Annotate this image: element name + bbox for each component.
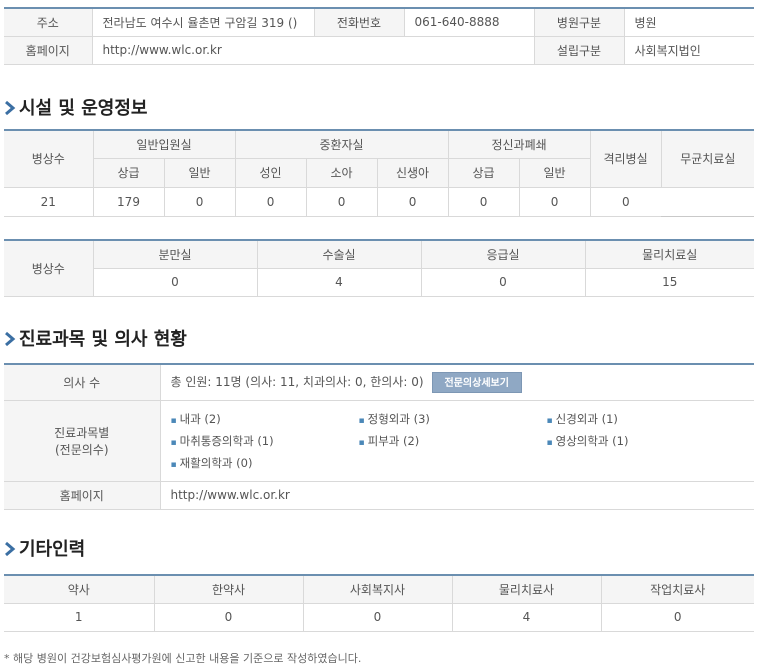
hospital-info-table: 주소 전라남도 여수시 율촌면 구암길 319 () 전화번호 061-640-… — [4, 7, 754, 65]
staff-head: 한약사 — [153, 574, 304, 604]
room-count-cell: 15 — [584, 267, 754, 297]
bullet-icon: ▪ — [170, 437, 177, 448]
staff-count-cell: 4 — [451, 602, 602, 632]
room-head: 수술실 — [256, 239, 422, 269]
bed-count-cell: 0 — [305, 186, 378, 217]
department-text: 재활의학과 (0) — [179, 455, 253, 470]
staff-count-cell: 0 — [600, 602, 754, 632]
bed-count-cell: 0 — [518, 186, 591, 217]
room-head: 분만실 — [92, 239, 258, 269]
isolation-head: 격리병실 — [589, 129, 662, 188]
doctor-count-label: 의사 수 — [4, 363, 161, 401]
room-count-cell: 4 — [256, 267, 422, 297]
staff-head: 약사 — [4, 574, 155, 604]
hospital-type-value: 병원 — [623, 7, 754, 37]
department-item: ▪ 신경외과 (1) — [547, 411, 735, 427]
department-item: ▪ 마취통증의학과 (1) — [171, 433, 359, 449]
bed-count-cell: 0 — [163, 186, 236, 217]
staff-section-title: 기타인력 — [4, 538, 85, 562]
chevron-right-icon — [5, 100, 16, 116]
address-label: 주소 — [4, 7, 93, 37]
special-room-table: 병상수 분만실 수술실 응급실 물리치료실 0 4 0 15 — [4, 239, 754, 297]
address-value: 전라남도 여수시 율촌면 구암길 319 () — [91, 7, 315, 37]
bed-count-cell: 0 — [589, 186, 662, 217]
bullet-icon: ▪ — [546, 437, 553, 448]
staff-table: 약사 한약사 사회복지사 물리치료사 작업치료사 1 0 0 4 0 — [4, 574, 754, 632]
homepage-link[interactable]: http://www.wlc.or.kr — [91, 35, 535, 65]
bed-count-cell: 0 — [234, 186, 307, 217]
department-item: ▪ 내과 (2) — [171, 411, 359, 427]
facility-title-text: 시설 및 운영정보 — [19, 98, 148, 119]
staff-count-cell: 0 — [153, 602, 304, 632]
bullet-icon: ▪ — [170, 415, 177, 426]
bullet-icon: ▪ — [358, 437, 365, 448]
bullet-icon: ▪ — [358, 415, 365, 426]
subhead: 신생아 — [376, 157, 449, 188]
room-row-label: 병상수 — [4, 239, 94, 297]
subhead: 상급 — [447, 157, 520, 188]
department-text: 내과 (2) — [179, 411, 221, 426]
subhead: 성인 — [234, 157, 307, 188]
bed-count-cell: 21 — [4, 186, 94, 217]
department-text: 마취통증의학과 (1) — [179, 433, 274, 448]
phone-value: 061-640-8888 — [403, 7, 535, 37]
bullet-icon: ▪ — [170, 459, 177, 470]
staff-count-cell: 1 — [4, 602, 155, 632]
department-list: ▪ 내과 (2) ▪ 정형외과 (3) ▪ 신경외과 (1) ▪ 마취통증의학과 (1)… — [161, 401, 755, 481]
doctor-homepage-label: 홈페이지 — [4, 480, 161, 510]
general-ward-head: 일반입원실 — [92, 129, 236, 159]
room-count-cell: 0 — [93, 267, 258, 297]
department-item: ▪ 정형외과 (3) — [359, 411, 547, 427]
doctor-table: 의사 수 총 인원: 11명 (의사: 11, 치과의사: 0, 한의사: 0)… — [4, 363, 754, 510]
founder-label: 설립구분 — [533, 35, 625, 65]
bullet-icon: ▪ — [546, 415, 553, 426]
room-count-cell: 0 — [420, 267, 586, 297]
room-head: 응급실 — [420, 239, 586, 269]
sterile-head: 무균치료실 — [660, 129, 755, 188]
department-text: 정형외과 (3) — [367, 411, 430, 426]
chevron-right-icon — [5, 331, 16, 347]
room-head: 물리치료실 — [584, 239, 754, 269]
psych-head: 정신과폐쇄 — [447, 129, 591, 159]
bed-count-cell: 0 — [447, 186, 520, 217]
doctors-section-title: 진료과목 및 의사 현황 — [4, 328, 187, 352]
bed-count-cell: 179 — [92, 186, 165, 217]
department-list-cell: ▪ 내과 (2) ▪ 정형외과 (3) ▪ 신경외과 (1) ▪ 마취통증의학과 (1)… — [159, 399, 755, 482]
department-item: ▪ 재활의학과 (0) — [171, 455, 359, 471]
facility-section-title: 시설 및 운영정보 — [4, 97, 147, 121]
bed-row-label: 병상수 — [4, 129, 94, 188]
hospital-type-label: 병원구분 — [533, 7, 625, 37]
staff-title-text: 기타인력 — [19, 539, 86, 560]
icu-head: 중환자실 — [234, 129, 449, 159]
phone-label: 전화번호 — [313, 7, 405, 37]
doctor-homepage-link[interactable]: http://www.wlc.or.kr — [159, 480, 754, 510]
founder-value: 사회복지법인 — [623, 35, 754, 65]
department-item: ▪ 영상의학과 (1) — [547, 433, 735, 449]
department-text: 신경외과 (1) — [555, 411, 618, 426]
staff-head: 사회복지사 — [302, 574, 453, 604]
subhead: 일반 — [163, 157, 236, 188]
subhead: 소아 — [305, 157, 378, 188]
bed-count-cell: 0 — [376, 186, 449, 217]
staff-head: 물리치료사 — [451, 574, 602, 604]
doctors-title-text: 진료과목 및 의사 현황 — [19, 329, 187, 350]
subhead: 상급 — [93, 157, 165, 188]
homepage-label: 홈페이지 — [4, 35, 93, 65]
department-text: 피부과 (2) — [367, 433, 420, 448]
department-text: 영상의학과 (1) — [555, 433, 629, 448]
chevron-right-icon — [5, 541, 16, 557]
staff-head: 작업치료사 — [600, 574, 754, 604]
department-label-line2: (전문의수) — [54, 442, 109, 457]
specialist-detail-button[interactable]: 전문의상세보기 — [431, 371, 522, 393]
staff-count-cell: 0 — [302, 602, 453, 632]
doctor-count-value: 총 인원: 11명 (의사: 11, 치과의사: 0, 한의사: 0) — [170, 374, 424, 389]
department-label: 진료과목별 (전문의수) — [4, 399, 161, 482]
bed-count-table: 병상수 일반입원실 중환자실 정신과폐쇄 격리병실 무균치료실 상급 일반 성인… — [4, 129, 755, 217]
department-label-line1: 진료과목별 — [54, 425, 110, 440]
department-item: ▪ 피부과 (2) — [359, 433, 547, 449]
subhead: 일반 — [518, 157, 591, 188]
footnote: * 해당 병원이 건강보험심사평가원에 신고한 내용을 기준으로 작성하였습니다… — [4, 652, 362, 665]
